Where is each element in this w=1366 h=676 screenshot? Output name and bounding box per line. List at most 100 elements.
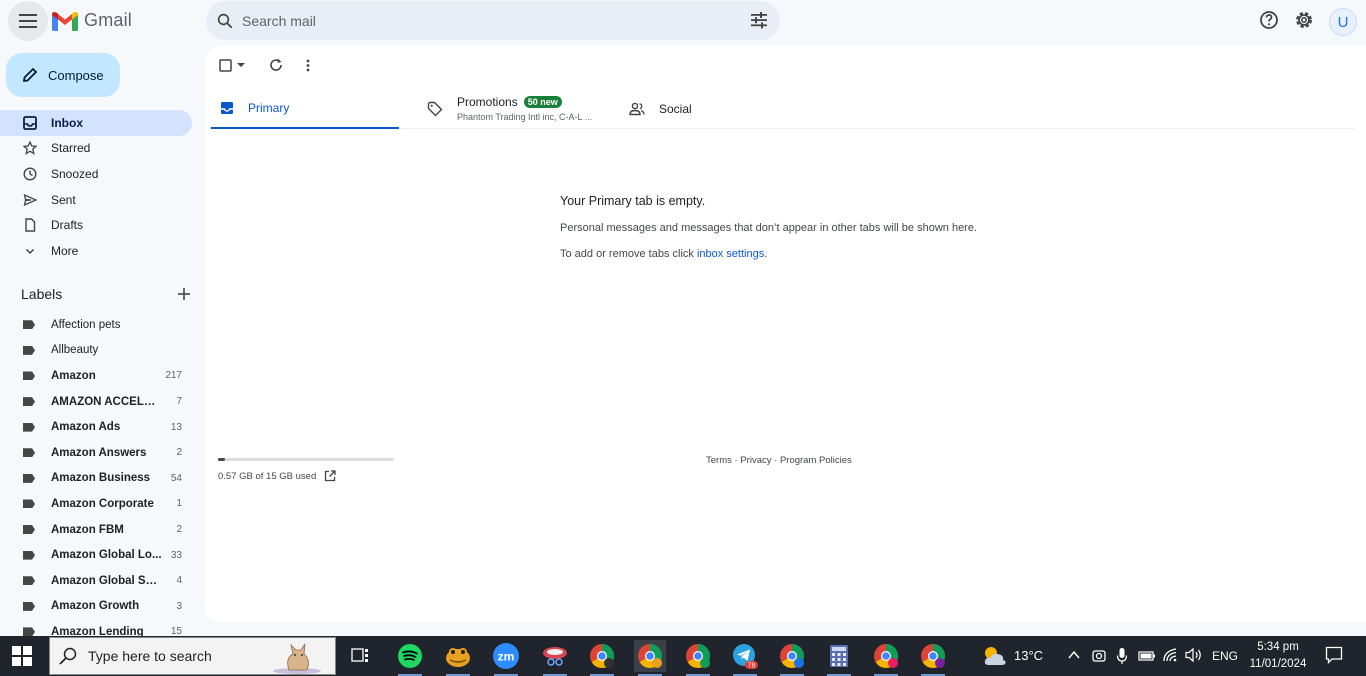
sidebar-item-starred[interactable]: Starred xyxy=(0,136,192,162)
battery-icon[interactable] xyxy=(1138,649,1156,663)
notification-center-icon[interactable] xyxy=(1325,646,1343,664)
sidebar-item-sent[interactable]: Sent xyxy=(0,187,192,213)
empty-state-settings-line: To add or remove tabs click inbox settin… xyxy=(560,248,977,260)
chrome-profile-4-icon[interactable] xyxy=(776,640,808,676)
label-item[interactable]: Amazon Business 54 xyxy=(0,466,192,492)
sidebar-item-more[interactable]: More xyxy=(0,238,192,264)
tab-social[interactable]: Social xyxy=(621,88,692,129)
spotify-app-icon[interactable] xyxy=(394,640,426,676)
frog-app-icon[interactable] xyxy=(442,640,474,676)
footer-separator: · xyxy=(771,455,780,466)
add-label-plus-icon[interactable] xyxy=(177,287,191,301)
label-name: Amazon Global Lo... xyxy=(51,549,162,562)
star-icon xyxy=(22,140,38,156)
label-count: 15 xyxy=(170,626,182,636)
sidebar-item-label: Inbox xyxy=(51,115,83,130)
label-tag-icon xyxy=(23,371,35,381)
label-item[interactable]: Amazon FBM 2 xyxy=(0,517,192,543)
compose-label: Compose xyxy=(48,67,104,83)
more-options-vertical-icon[interactable] xyxy=(306,59,310,72)
draft-icon xyxy=(22,217,38,233)
snipping-tool-icon[interactable] xyxy=(539,640,571,676)
label-item[interactable]: AMAZON ACCELER... 7 xyxy=(0,389,192,415)
windows-start-icon[interactable] xyxy=(12,646,32,666)
compose-button[interactable]: Compose xyxy=(6,53,120,97)
taskbar-search-icon xyxy=(59,647,77,665)
label-item[interactable]: Amazon Ads 13 xyxy=(0,414,192,440)
settings-gear-icon[interactable] xyxy=(1294,10,1314,30)
select-all-checkbox[interactable] xyxy=(219,58,232,72)
calculator-app-icon[interactable] xyxy=(823,640,855,676)
sidebar-item-drafts[interactable]: Drafts xyxy=(0,212,192,238)
taskbar-search-input[interactable] xyxy=(88,648,258,664)
account-avatar[interactable]: U xyxy=(1329,8,1357,36)
chevron-up-icon[interactable] xyxy=(1068,650,1080,660)
chrome-profile-6-icon[interactable] xyxy=(917,640,949,676)
label-item[interactable]: Amazon Growth 3 xyxy=(0,594,192,620)
clock-date: 11/01/2024 xyxy=(1249,658,1307,670)
label-tag-icon xyxy=(23,525,35,535)
sidebar-item-label: More xyxy=(51,243,79,258)
volume-icon[interactable] xyxy=(1185,647,1203,663)
language-indicator[interactable]: ENG xyxy=(1212,649,1238,663)
category-tabs: Primary Promotions 50 new Phantom Tradin… xyxy=(211,88,1355,129)
sidebar-nav: Inbox Starred Snoozed Sent Drafts More xyxy=(0,110,192,264)
program-policies-link[interactable]: Program Policies xyxy=(780,455,852,466)
taskbar-search-box[interactable] xyxy=(49,637,336,675)
task-view-icon[interactable] xyxy=(344,640,376,672)
wifi-icon[interactable] xyxy=(1162,647,1180,663)
search-bar[interactable] xyxy=(206,1,780,40)
empty-state-description: Personal messages and messages that don’… xyxy=(560,222,978,234)
weather-temperature[interactable]: 13°C xyxy=(1014,648,1043,663)
label-item[interactable]: Amazon 217 xyxy=(0,363,192,389)
sidebar-item-label: Sent xyxy=(51,192,76,207)
weather-partly-cloudy-icon[interactable] xyxy=(980,643,1008,669)
inbox-settings-link[interactable]: inbox settings xyxy=(697,248,764,260)
label-count: 2 xyxy=(176,524,182,536)
chrome-profile-5-icon[interactable] xyxy=(870,640,902,676)
label-item[interactable]: Affection pets xyxy=(0,312,192,338)
microphone-icon[interactable] xyxy=(1116,647,1128,665)
sidebar-item-snoozed[interactable]: Snoozed xyxy=(0,161,192,187)
label-item[interactable]: Amazon Global Sell... 4 xyxy=(0,568,192,594)
label-item[interactable]: Amazon Corporate 1 xyxy=(0,491,192,517)
label-name: Amazon Ads xyxy=(51,421,121,434)
system-clock[interactable]: 5:34 pm 11/01/2024 xyxy=(1240,639,1316,673)
label-tag-icon xyxy=(23,499,35,509)
gmail-logo-text: Gmail xyxy=(84,10,133,30)
label-item[interactable]: Amazon Global Lo... 33 xyxy=(0,542,192,568)
main-menu-button[interactable] xyxy=(8,1,48,41)
gmail-logo[interactable]: Gmail xyxy=(52,10,132,31)
tab-promotions[interactable]: Promotions 50 new Phantom Trading Intl i… xyxy=(419,88,619,129)
label-item[interactable]: Allbeauty xyxy=(0,338,192,364)
refresh-icon[interactable] xyxy=(269,58,283,72)
windows-taskbar: zm 78 13°C ENG 5:34 pm 11/01/2024 xyxy=(0,636,1366,676)
terms-link[interactable]: Terms xyxy=(706,455,732,466)
chrome-profile-3-icon[interactable] xyxy=(682,640,714,676)
search-options-icon[interactable] xyxy=(750,11,768,29)
select-dropdown-caret-icon[interactable] xyxy=(237,62,245,68)
label-count: 3 xyxy=(176,600,182,612)
camera-icon[interactable] xyxy=(1092,648,1106,664)
open-external-icon[interactable] xyxy=(324,470,336,482)
help-icon[interactable] xyxy=(1259,10,1279,30)
tab-primary[interactable]: Primary xyxy=(211,88,399,129)
chrome-profile-2-icon[interactable] xyxy=(634,640,666,676)
search-input[interactable] xyxy=(242,12,722,29)
label-tag-icon xyxy=(23,422,35,432)
mail-toolbar xyxy=(219,58,310,72)
zoom-app-icon[interactable]: zm xyxy=(490,640,522,676)
clock-time: 5:34 pm xyxy=(1257,641,1299,653)
sidebar-item-inbox[interactable]: Inbox xyxy=(0,110,192,136)
telegram-app-icon[interactable]: 78 xyxy=(729,640,761,676)
label-item[interactable]: Amazon Lending 15 xyxy=(0,619,192,636)
tab-snippet: Phantom Trading Intl inc, C-A-L ... xyxy=(457,112,593,122)
chrome-profile-1-icon[interactable] xyxy=(586,640,618,676)
search-icon[interactable] xyxy=(216,12,234,30)
inbox-icon xyxy=(22,115,38,131)
labels-title: Labels xyxy=(21,286,63,302)
label-item[interactable]: Amazon Answers 2 xyxy=(0,440,192,466)
label-tag-icon xyxy=(23,601,35,611)
storage-usage: 0.57 GB of 15 GB used xyxy=(218,458,394,482)
privacy-link[interactable]: Privacy xyxy=(740,455,771,466)
